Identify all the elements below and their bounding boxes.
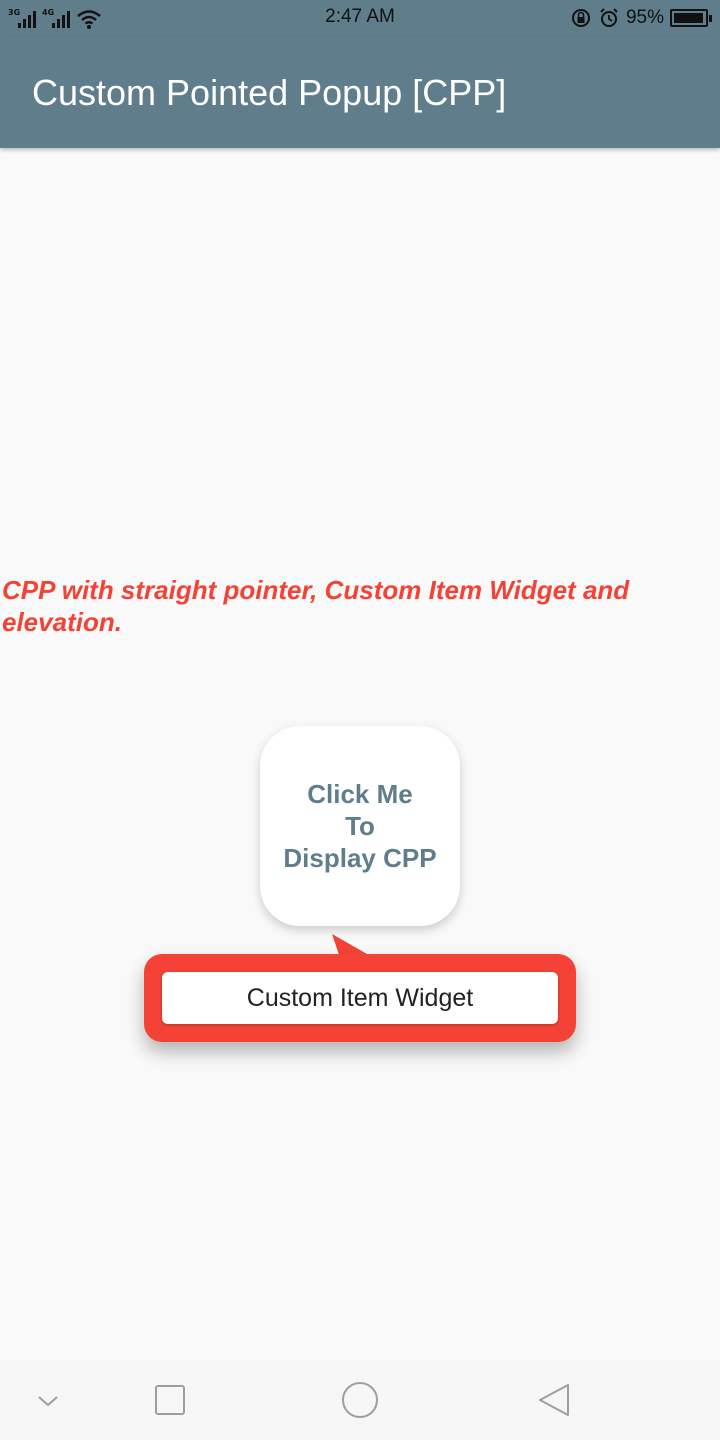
- app-title: Custom Pointed Popup [CPP]: [32, 72, 507, 113]
- display-cpp-button[interactable]: Click Me To Display CPP: [260, 726, 460, 926]
- button-line-3: Display CPP: [283, 843, 437, 873]
- battery-icon: [670, 9, 712, 27]
- button-line-2: To: [345, 811, 375, 841]
- button-line-1: Click Me: [307, 779, 413, 809]
- popup-pointer: [332, 934, 374, 958]
- back-icon[interactable]: [534, 1380, 574, 1420]
- app-bar: Custom Pointed Popup [CPP]: [0, 36, 720, 148]
- rotation-lock-icon: [571, 9, 590, 27]
- pointed-popup: Custom Item Widget: [144, 954, 576, 1042]
- status-bar: 3G 4G 2:47 AM 95%: [0, 0, 720, 36]
- navigation-bar: [0, 1360, 720, 1440]
- custom-item-widget[interactable]: Custom Item Widget: [162, 972, 558, 1024]
- chevron-down-icon[interactable]: [28, 1380, 68, 1420]
- recent-apps-icon[interactable]: [150, 1380, 190, 1420]
- description-text: CPP with straight pointer, Custom Item W…: [2, 575, 630, 637]
- status-right-group: 95%: [570, 6, 712, 30]
- battery-percent: 95%: [625, 7, 664, 28]
- home-icon[interactable]: [340, 1380, 380, 1420]
- alarm-icon: [600, 8, 618, 27]
